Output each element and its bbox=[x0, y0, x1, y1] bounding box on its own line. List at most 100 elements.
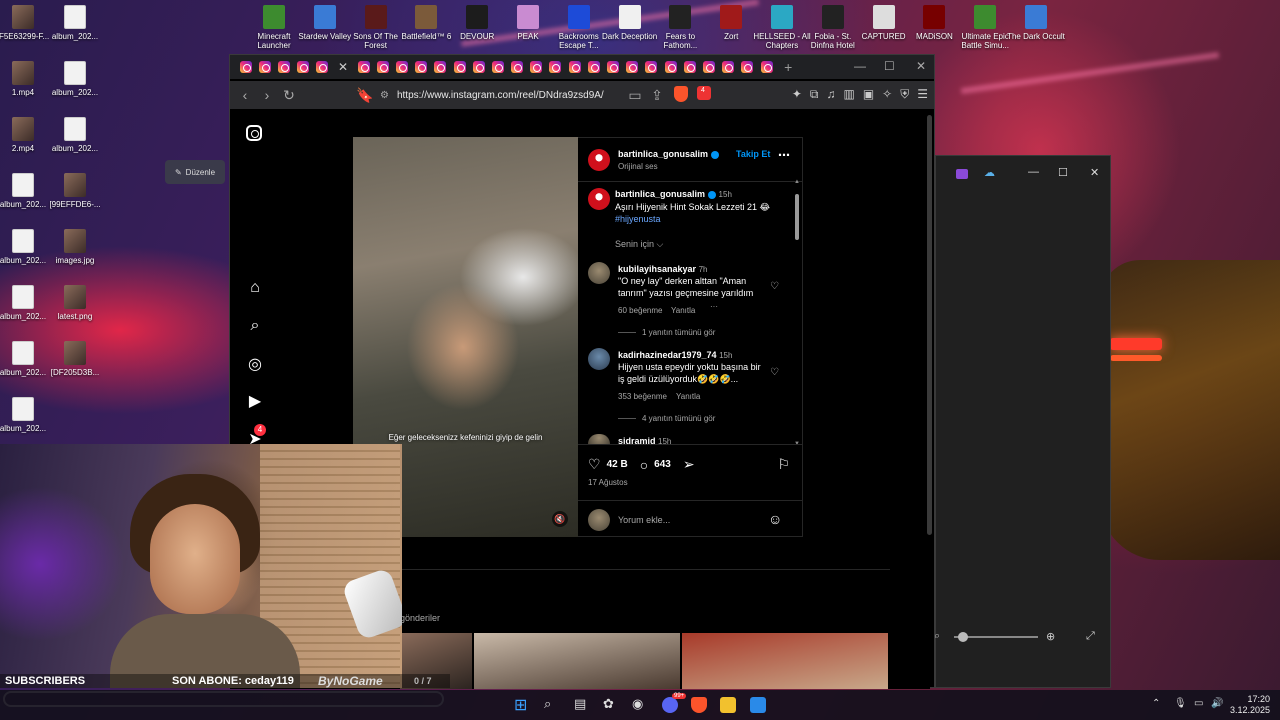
like-icon[interactable]: ♡ bbox=[588, 456, 601, 473]
author-username[interactable]: bartinlica_gonusalim bbox=[618, 149, 720, 159]
desktop-shortcut[interactable]: Sons Of The Forest bbox=[347, 5, 405, 50]
author-avatar[interactable] bbox=[588, 149, 610, 171]
forward-icon[interactable]: › bbox=[256, 87, 278, 103]
author-avatar[interactable] bbox=[588, 188, 610, 210]
audio-label[interactable]: Orijinal ses bbox=[618, 162, 658, 171]
instagram-tab[interactable] bbox=[395, 61, 408, 73]
instagram-tab[interactable] bbox=[568, 61, 581, 73]
post-thumbnail[interactable] bbox=[474, 633, 680, 689]
desktop-icon[interactable]: album_202... bbox=[42, 61, 108, 97]
instagram-tab[interactable] bbox=[258, 61, 271, 73]
music-icon[interactable]: ♫ bbox=[826, 87, 835, 102]
start-icon[interactable]: ⊞ bbox=[514, 695, 527, 715]
instagram-tab[interactable] bbox=[434, 61, 447, 73]
desktop-shortcut[interactable]: Zort bbox=[702, 5, 760, 41]
instagram-tab[interactable] bbox=[607, 61, 620, 73]
desktop-shortcut[interactable]: Stardew Valley bbox=[296, 5, 354, 41]
volume-icon[interactable]: 🔊 bbox=[1211, 698, 1223, 709]
screen-icon[interactable]: ▭ bbox=[624, 87, 646, 104]
comment-icon[interactable]: ○ bbox=[640, 457, 648, 473]
close-button[interactable]: ✕ bbox=[916, 59, 926, 73]
comment-likes[interactable]: 353 beğenme bbox=[618, 392, 667, 401]
desktop-icon[interactable]: images.jpg bbox=[42, 229, 108, 265]
like-count[interactable]: 42 B bbox=[607, 459, 628, 470]
minimize-button[interactable]: — bbox=[854, 59, 866, 73]
maximize-button[interactable]: ☐ bbox=[884, 59, 895, 73]
brave-shields-icon[interactable] bbox=[674, 86, 688, 102]
close-button[interactable]: ✕ bbox=[1090, 166, 1099, 179]
share-icon[interactable]: ➢ bbox=[683, 456, 695, 473]
instagram-tab[interactable] bbox=[376, 61, 389, 73]
comment-username[interactable]: kubilayihsanakyar 7h bbox=[618, 264, 707, 274]
brave-icon[interactable] bbox=[691, 697, 707, 713]
instagram-tab[interactable] bbox=[357, 61, 370, 73]
search-icon[interactable]: ⌕ bbox=[246, 317, 264, 335]
reload-icon[interactable]: ↻ bbox=[278, 87, 300, 104]
instagram-tab[interactable] bbox=[316, 61, 329, 73]
vpn-icon[interactable]: ⛨ bbox=[900, 87, 909, 102]
microphone-icon[interactable]: 🎙 bbox=[1174, 698, 1187, 709]
desktop-shortcut[interactable]: Backrooms Escape T... bbox=[550, 5, 608, 50]
post-hashtag[interactable]: #hijyenusta bbox=[615, 213, 661, 225]
chatgpt-icon[interactable]: ✿ bbox=[603, 696, 614, 712]
instagram-tab[interactable] bbox=[645, 61, 658, 73]
instagram-tab[interactable] bbox=[453, 61, 466, 73]
instagram-tab[interactable] bbox=[722, 61, 735, 73]
photos-icon[interactable] bbox=[750, 697, 766, 713]
instagram-tab[interactable] bbox=[741, 61, 754, 73]
file-explorer-icon[interactable] bbox=[720, 697, 736, 713]
instagram-tab[interactable] bbox=[549, 61, 562, 73]
comment-avatar[interactable] bbox=[588, 262, 610, 284]
site-info-icon[interactable]: ⚙ bbox=[380, 90, 389, 101]
fullscreen-icon[interactable]: ⤢ bbox=[1086, 630, 1095, 643]
comment-input[interactable]: Yorum ekle... bbox=[618, 515, 670, 525]
zoom-in-icon[interactable]: ⊕ bbox=[1046, 630, 1055, 643]
desktop-shortcut[interactable]: MADiSON bbox=[905, 5, 963, 41]
caption-username[interactable]: bartinlica_gonusalim 15h bbox=[615, 189, 732, 199]
desktop-shortcut[interactable]: Minecraft Launcher bbox=[245, 5, 303, 50]
mute-icon[interactable]: 🔇 bbox=[552, 511, 568, 527]
reels-icon[interactable]: ▶ bbox=[246, 391, 264, 411]
comment-likes[interactable]: 60 beğenme bbox=[618, 306, 662, 315]
instagram-tab[interactable] bbox=[626, 61, 639, 73]
instagram-tab[interactable] bbox=[277, 61, 290, 73]
follow-button[interactable]: Takip Et bbox=[736, 149, 770, 159]
desktop-shortcut[interactable]: Fears to Fathom... bbox=[651, 5, 709, 50]
desktop-icon[interactable]: album_202... bbox=[42, 5, 108, 41]
new-tab-button[interactable]: + bbox=[784, 59, 792, 75]
tray-chevron-icon[interactable]: ⌃ bbox=[1152, 698, 1160, 709]
explore-icon[interactable]: ◎ bbox=[246, 354, 264, 374]
instagram-tab[interactable] bbox=[664, 61, 677, 73]
desktop-shortcut[interactable]: Fobia - St. Dinfna Hotel bbox=[804, 5, 862, 50]
wallet-icon[interactable]: ▣ bbox=[863, 87, 874, 102]
desktop-icon[interactable]: album_202... bbox=[42, 117, 108, 153]
scroll-up-icon[interactable]: ▲ bbox=[794, 179, 800, 185]
brave-rewards-icon[interactable]: 4 bbox=[697, 86, 711, 100]
reply-link[interactable]: Yanıtla bbox=[671, 306, 695, 315]
instagram-tab[interactable] bbox=[491, 61, 504, 73]
more-options-icon[interactable]: ⋯ bbox=[778, 148, 790, 162]
instagram-logo-icon[interactable] bbox=[246, 125, 262, 141]
close-tab-icon[interactable]: ✕ bbox=[338, 60, 348, 74]
desktop-shortcut[interactable]: Dark Deception bbox=[601, 5, 659, 41]
instagram-tab[interactable] bbox=[239, 61, 252, 73]
search-icon[interactable]: ⌕ bbox=[544, 696, 551, 712]
comments-scrollbar[interactable]: ▲ ▼ bbox=[794, 179, 800, 447]
page-scrollbar[interactable] bbox=[927, 115, 932, 535]
back-icon[interactable]: ‹ bbox=[234, 87, 256, 103]
share-icon[interactable]: ⇪ bbox=[646, 87, 668, 104]
like-comment-icon[interactable]: ♡ bbox=[770, 281, 779, 292]
reply-link[interactable]: Yanıtla bbox=[676, 392, 700, 401]
discord-icon[interactable] bbox=[662, 697, 678, 713]
maximize-button[interactable]: ☐ bbox=[1058, 166, 1068, 179]
comment-avatar[interactable] bbox=[588, 434, 610, 444]
instagram-tab[interactable] bbox=[297, 61, 310, 73]
instagram-tab[interactable] bbox=[702, 61, 715, 73]
desktop-shortcut[interactable]: The Dark Occult bbox=[1007, 5, 1065, 41]
post-thumbnail[interactable] bbox=[682, 633, 888, 689]
instagram-tab[interactable] bbox=[415, 61, 428, 73]
obs-icon[interactable]: ◉ bbox=[632, 696, 643, 712]
tab-search-icon[interactable]: ⧉ bbox=[810, 87, 819, 102]
desktop-shortcut[interactable]: DEVOUR bbox=[448, 5, 506, 41]
comment-avatar[interactable] bbox=[588, 348, 610, 370]
